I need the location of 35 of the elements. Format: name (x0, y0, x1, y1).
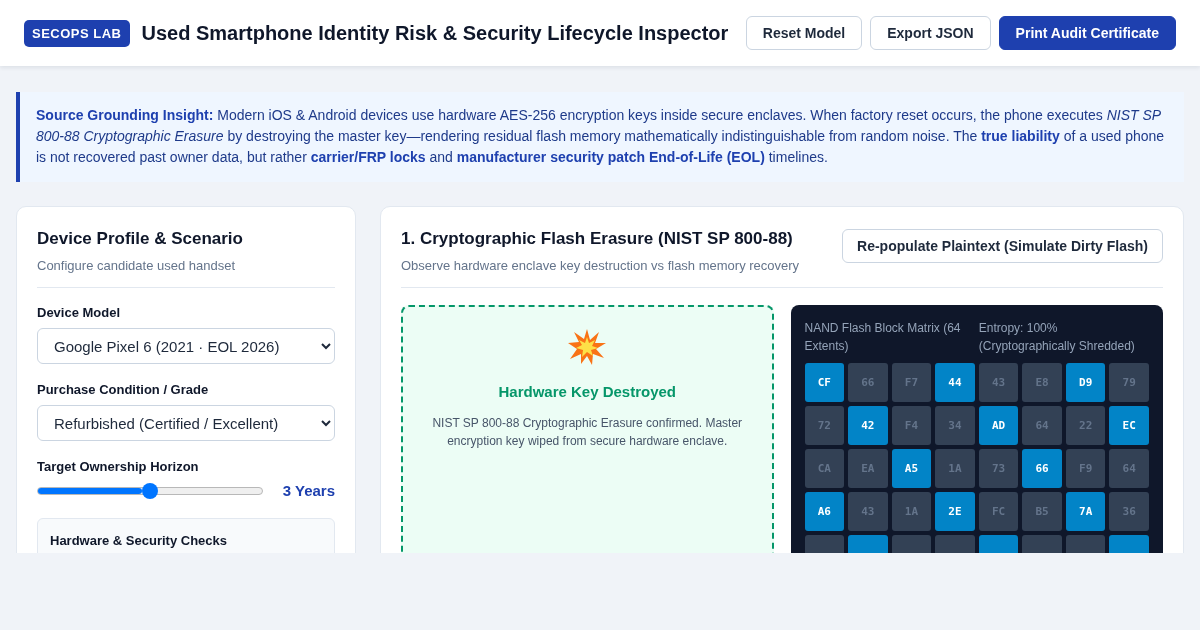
repopulate-button[interactable]: Re-populate Plaintext (Simulate Dirty Flash) (842, 229, 1163, 263)
device-select[interactable]: Google Pixel 6 (2021 · EOL 2026) (37, 328, 335, 364)
card-subtitle: Configure candidate used handset (37, 258, 237, 273)
slider-thumb[interactable] (141, 482, 158, 499)
print-button[interactable]: Print Audit Certificate (998, 16, 1176, 50)
flash-block: 2E (935, 492, 975, 531)
field-label: Device Model (37, 305, 122, 320)
brand-badge: SECOPS LAB (24, 19, 130, 47)
field-label: Target Ownership Horizon (37, 459, 200, 474)
flash-block: 42 (848, 406, 888, 445)
key-status-text: NIST SP 800-88 Cryptographic Erasure confirmed. Master encryption key wiped from secure hardware enclave. (431, 415, 744, 450)
action-button[interactable]: Reset Model (745, 16, 863, 50)
flash-block: D9 (1065, 363, 1106, 402)
condition-select[interactable]: Refurbished (Certified / Excellent) (37, 405, 335, 441)
action-button[interactable]: Export JSON (870, 16, 991, 50)
field-label: Purchase Condition / Grade (37, 382, 210, 397)
flash-block: A5 (891, 449, 932, 488)
flash-block: 7A (1065, 492, 1106, 531)
flash-block: 44 (935, 363, 975, 402)
matrix-title: NAND Flash Block Matrix (64 Extents) (804, 320, 962, 355)
card-subtitle: Observe hardware enclave key destruction vs flash memory recovery (401, 258, 800, 273)
page-title: Used Smartphone Identity Risk & Security Lifecycle Inspector (141, 21, 730, 45)
insight-banner: Source Grounding Insight: Modern iOS & Android devices use hardware AES-256 encryption keys inside secure enclaves. When factory reset occurs, the phone executes NIST SP 800-88 Cryptographic Erasure by destroying the master key—rendering residual flash memory mathematically indistinguishable from random noise. The true liability of a used phone is not recovered past owner data, but rather carrier/FRP locks and manufacturer security patch End-of-Life (EOL) timelines. (16, 92, 1184, 182)
key-status-title: Hardware Key Destroyed (498, 383, 677, 400)
card-title: 1. Cryptographic Flash Erasure (NIST SP 800-88) (401, 229, 794, 249)
flash-block: AD (978, 406, 1019, 445)
flash-block: EC (1109, 406, 1149, 445)
flash-block: 66 (1022, 449, 1062, 488)
card-title: Device Profile & Scenario (37, 229, 243, 249)
slider-reading: 3 Years (282, 482, 335, 499)
checks-title: Hardware & Security Checks (50, 533, 229, 548)
entropy-label: Entropy: 100% (Cryptographically Shredded) (978, 320, 1136, 355)
explosion-icon (568, 329, 607, 365)
flash-block: CF (804, 363, 845, 402)
flash-block: A6 (804, 492, 845, 531)
